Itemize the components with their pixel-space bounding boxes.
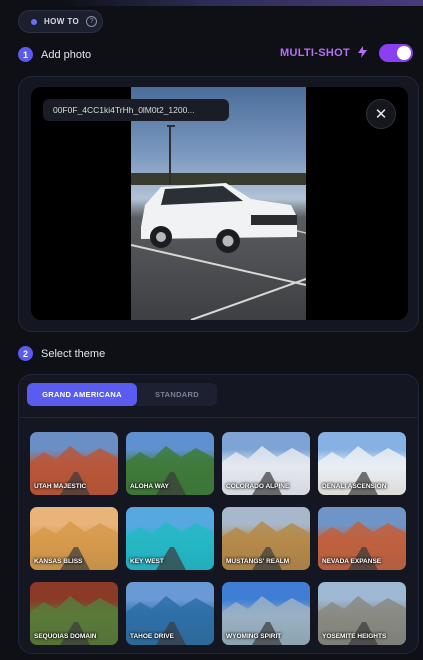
photo-filename: 00F0F_4CC1ki4TrHh_0lM0t2_1200... xyxy=(43,99,229,121)
theme-tile[interactable]: ALOHA WAY xyxy=(126,432,214,495)
close-icon: ✕ xyxy=(374,106,388,123)
step-add-photo: 1 Add photo xyxy=(18,47,91,62)
theme-grid-area: UTAH MAJESTIC ALOHA WAY COLORADO ALPINE DEN… xyxy=(19,417,418,653)
theme-grid: UTAH MAJESTIC ALOHA WAY COLORADO ALPINE DEN… xyxy=(30,432,406,645)
theme-tile-label: NEVADA EXPANSE xyxy=(322,558,382,565)
theme-tile-label: KANSAS BLISS xyxy=(34,558,83,565)
theme-tile-label: TAHOE DRIVE xyxy=(130,633,174,640)
step-label-add-photo: Add photo xyxy=(41,48,92,61)
step-label-select-theme: Select theme xyxy=(41,347,106,360)
theme-tile[interactable]: COLORADO ALPINE xyxy=(222,432,310,495)
top-accent-bar xyxy=(60,0,423,6)
tab-grand-americana[interactable]: GRAND AMERICANA xyxy=(27,383,137,406)
theme-selector-card: GRAND AMERICANA STANDARD UTAH MAJESTIC AL… xyxy=(18,374,419,654)
step-number-2: 2 xyxy=(18,346,33,361)
theme-tile[interactable]: NEVADA EXPANSE xyxy=(318,507,406,570)
step-number-1: 1 xyxy=(18,47,33,62)
theme-tile-label: COLORADO ALPINE xyxy=(226,483,290,490)
theme-tile-label: MUSTANGS' REALM xyxy=(226,558,290,565)
theme-tile-label: KEY WEST xyxy=(130,558,164,565)
dot-icon xyxy=(31,18,37,25)
theme-tile[interactable]: KANSAS BLISS xyxy=(30,507,118,570)
theme-tile-label: WYOMING SPIRIT xyxy=(226,633,282,640)
theme-tile[interactable]: UTAH MAJESTIC xyxy=(30,432,118,495)
photo-upload-card: 00F0F_4CC1ki4TrHh_0lM0t2_1200... ✕ xyxy=(18,76,419,332)
lightning-bolt-icon xyxy=(358,45,367,61)
theme-tile[interactable]: MUSTANGS' REALM xyxy=(222,507,310,570)
theme-tile-label: DENALI ASCENSION xyxy=(322,483,387,490)
toggle-knob xyxy=(397,46,411,60)
theme-tile[interactable]: DENALI ASCENSION xyxy=(318,432,406,495)
multi-shot-control: MULTI-SHOT xyxy=(280,44,413,62)
theme-tile[interactable]: WYOMING SPIRIT xyxy=(222,582,310,645)
theme-tile[interactable]: KEY WEST xyxy=(126,507,214,570)
theme-tabs: GRAND AMERICANA STANDARD xyxy=(27,383,217,406)
photo-preview: 00F0F_4CC1ki4TrHh_0lM0t2_1200... ✕ xyxy=(31,87,408,320)
uploaded-car-photo xyxy=(130,87,307,320)
theme-tile-label: SEQUOIAS DOMAIN xyxy=(34,633,97,640)
theme-tile-label: UTAH MAJESTIC xyxy=(34,483,87,490)
theme-tile[interactable]: SEQUOIAS DOMAIN xyxy=(30,582,118,645)
theme-tile-label: YOSEMITE HEIGHTS xyxy=(322,633,387,640)
theme-tile[interactable]: YOSEMITE HEIGHTS xyxy=(318,582,406,645)
multi-shot-label: MULTI-SHOT xyxy=(279,47,350,59)
multi-shot-toggle[interactable] xyxy=(379,44,413,62)
theme-tile[interactable]: TAHOE DRIVE xyxy=(126,582,214,645)
remove-photo-button[interactable]: ✕ xyxy=(366,99,396,129)
tab-standard[interactable]: STANDARD xyxy=(137,383,217,406)
step-select-theme: 2 Select theme xyxy=(18,346,105,361)
theme-tile-label: ALOHA WAY xyxy=(130,483,169,490)
how-to-button[interactable]: HOW TO ? xyxy=(18,10,103,33)
how-to-label: HOW TO xyxy=(44,17,80,26)
help-icon: ? xyxy=(86,16,98,27)
